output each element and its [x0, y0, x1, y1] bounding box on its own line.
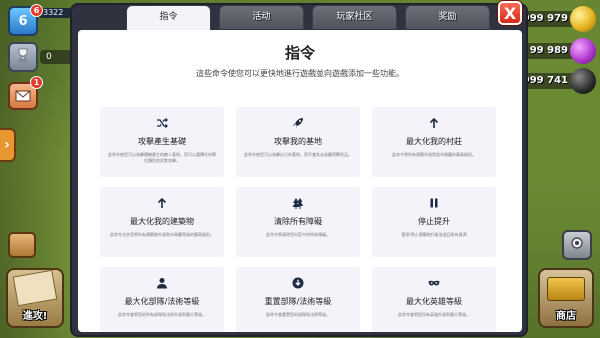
card-title: 攻擊我的基地 — [274, 137, 322, 146]
card-title: 停止提升 — [418, 217, 450, 226]
card-description: 該命令會重置您的部隊和法術等級。 — [266, 312, 330, 317]
card-description: 此命令使您可以攻擊隨機產生的敵人基地。您可以選擇任何單位類別並對其攻擊。 — [108, 152, 216, 163]
rocket-icon — [291, 116, 305, 130]
command-card-max-heroes[interactable]: 最大化英雄等級 此命令會將您所有英雄升級到最大等級。 — [372, 267, 496, 332]
card-title: 最大化我的村莊 — [406, 137, 462, 146]
card-title: 最大化英雄等級 — [406, 297, 462, 306]
treasure-chest-icon — [547, 277, 585, 301]
mask-icon — [427, 276, 441, 290]
arrow-up-icon — [155, 196, 169, 210]
command-card-attack-generated-base[interactable]: 攻擊產生基礎 此命令使您可以攻擊隨機產生的敵人基地。您可以選擇任何單位類別並對其… — [100, 107, 224, 177]
card-title: 最大化我的建築物 — [130, 217, 194, 226]
commands-panel: 指令 這些命令使您可以更快地進行遊戲並向遊戲添加一些功能。 攻擊產生基礎 此命令… — [78, 30, 522, 332]
command-grid: 攻擊產生基礎 此命令使您可以攻擊隨機產生的敵人基地。您可以選擇任何單位類別並對其… — [100, 107, 500, 332]
page-subtitle: 這些命令使您可以更快地進行遊戲並向遊戲添加一些功能。 — [196, 69, 404, 78]
modal-tabs: 指令 活动 玩家社区 奖励 — [126, 5, 490, 31]
card-title: 重置部隊/法術等級 — [264, 297, 332, 306]
card-description: 暫停/停止建築物升級並返回所有資源 — [401, 232, 467, 237]
tab-activity[interactable]: 活动 — [219, 5, 304, 29]
attack-label: 進攻! — [22, 311, 48, 322]
shop-label: 商店 — [556, 311, 576, 322]
tab-commands[interactable]: 指令 — [126, 5, 211, 31]
command-card-reset-troops-spells[interactable]: 重置部隊/法術等級 該命令會重置您的部隊和法術等級。 — [236, 267, 360, 332]
gear-icon — [568, 234, 586, 256]
card-title: 最大化部隊/法術等級 — [124, 297, 200, 306]
chevron-right-icon: › — [4, 137, 10, 153]
arrow-up-icon — [427, 116, 441, 130]
user-icon — [155, 276, 169, 290]
pause-icon — [427, 196, 441, 210]
map-icon — [12, 269, 58, 307]
tab-community[interactable]: 玩家社区 — [312, 5, 397, 29]
expand-sidebar-button[interactable]: › — [0, 128, 16, 162]
card-description: 此命令使您可以攻擊自己的基地。您不會失去或贏得戰利品。 — [244, 152, 352, 157]
shuffle-icon — [155, 116, 169, 130]
dark-elixir-icon — [570, 68, 596, 94]
gold-icon — [570, 6, 596, 32]
close-button[interactable]: X — [498, 1, 522, 25]
card-title: 攻擊產生基礎 — [138, 137, 186, 146]
card-description: 此命令允許您將所有建築物升級到市政廳等級的最高級別。 — [110, 232, 214, 237]
card-description: 此命令將所有建築升級到該市政廳的最高級別。 — [392, 152, 476, 157]
arrow-down-circle-icon — [291, 276, 305, 290]
trophy-button[interactable] — [8, 42, 38, 72]
mail-notification-badge: 1 — [30, 76, 43, 89]
page-title: 指令 — [284, 44, 315, 62]
mail-icon — [15, 87, 31, 106]
level-value: 6 — [18, 13, 28, 29]
xp-bar: 3322 — [38, 8, 72, 18]
level-notification-badge: 6 — [30, 4, 43, 17]
command-card-max-village[interactable]: 最大化我的村莊 此命令將所有建築升級到該市政廳的最高級別。 — [372, 107, 496, 177]
card-title: 清除所有障礙 — [274, 217, 322, 226]
tree-icon — [291, 196, 305, 210]
settings-button[interactable] — [562, 230, 592, 260]
elixir-icon — [570, 38, 596, 64]
command-card-attack-my-base[interactable]: 攻擊我的基地 此命令使您可以攻擊自己的基地。您不會失去或贏得戰利品。 — [236, 107, 360, 177]
card-description: 此命令會將您所有英雄升級到最大等級。 — [398, 312, 470, 317]
command-card-stop-upgrade[interactable]: 停止提升 暫停/停止建築物升級並返回所有資源 — [372, 187, 496, 257]
xp-text: 3322 — [43, 8, 64, 17]
trophy-icon — [15, 47, 31, 67]
tab-rewards[interactable]: 奖励 — [405, 5, 490, 29]
command-card-clear-obstacles[interactable]: 清除所有障礙 此命令將清除您村莊中的所有障礙。 — [236, 187, 360, 257]
attack-button[interactable]: 進攻! — [6, 268, 64, 328]
command-card-max-troops-spells[interactable]: 最大化部隊/法術等級 此命令會將您的所有部隊和法術升級到最大等級。 — [100, 267, 224, 332]
command-card-max-buildings[interactable]: 最大化我的建築物 此命令允許您將所有建築物升級到市政廳等級的最高級別。 — [100, 187, 224, 257]
card-description: 此命令會將您的所有部隊和法術升級到最大等級。 — [118, 312, 206, 317]
builder-tools-button[interactable] — [8, 232, 36, 258]
shop-button[interactable]: 商店 — [538, 268, 594, 328]
close-icon: X — [503, 3, 517, 23]
card-description: 此命令將清除您村莊中的所有障礙。 — [266, 232, 330, 237]
